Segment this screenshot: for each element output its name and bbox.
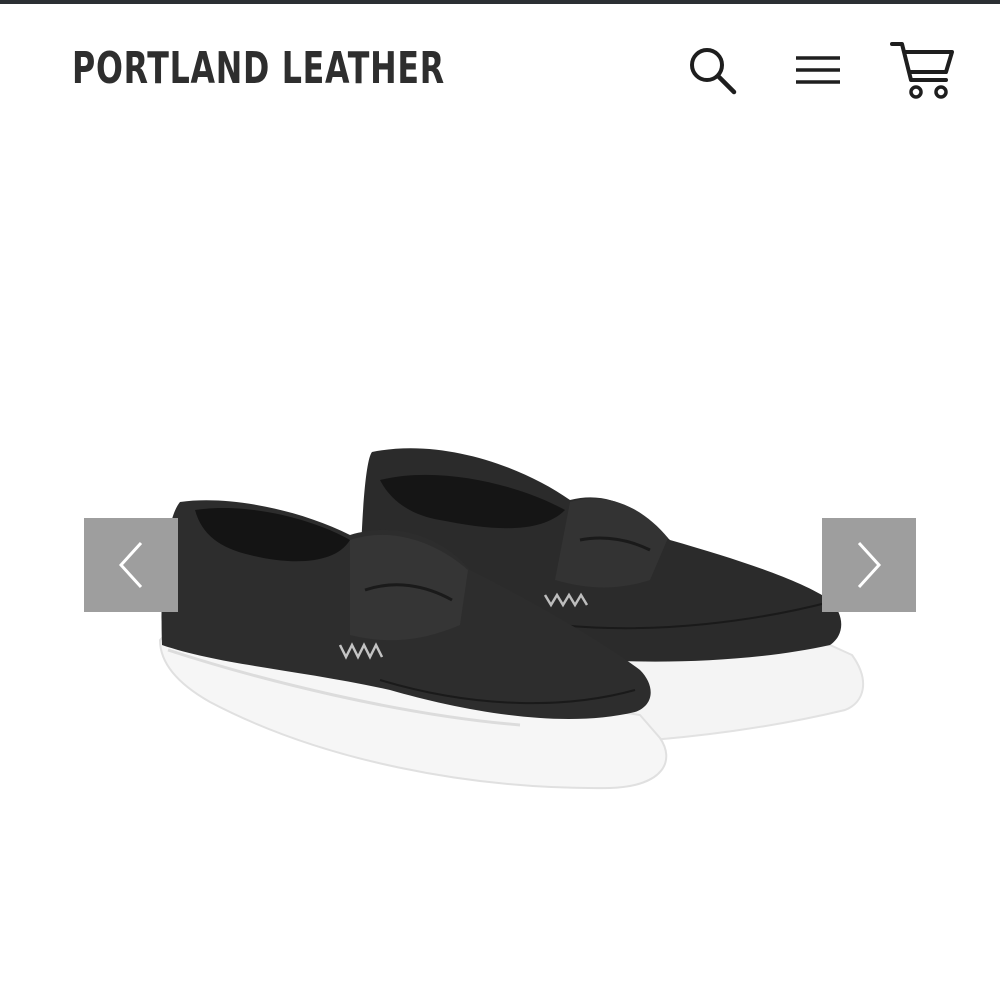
product-gallery xyxy=(0,130,1000,930)
product-image[interactable] xyxy=(140,440,870,810)
chevron-right-icon xyxy=(857,541,882,589)
chevron-left-icon xyxy=(118,541,143,589)
top-border xyxy=(0,0,1000,4)
menu-button[interactable] xyxy=(786,38,850,102)
cart-button[interactable] xyxy=(884,30,960,106)
search-icon xyxy=(690,48,737,95)
previous-image-button[interactable] xyxy=(84,518,178,612)
search-button[interactable] xyxy=(680,38,744,102)
product-page: PORTLAND LEATHER xyxy=(0,0,1000,1000)
hamburger-menu-icon xyxy=(796,56,840,84)
brand-logo[interactable]: PORTLAND LEATHER xyxy=(72,40,445,96)
shopping-cart-icon xyxy=(890,42,954,99)
next-image-button[interactable] xyxy=(822,518,916,612)
